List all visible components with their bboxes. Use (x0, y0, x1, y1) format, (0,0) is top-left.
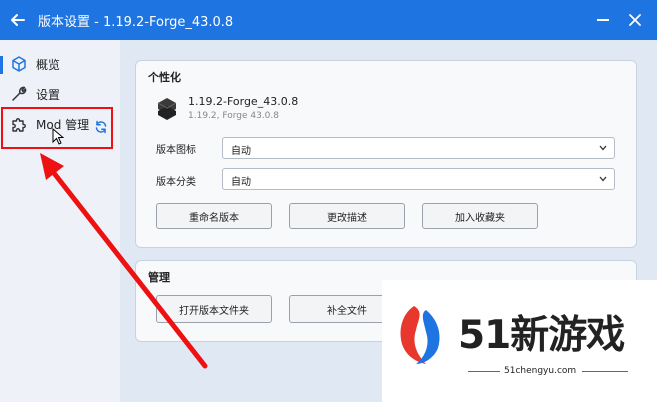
version-icon-label: 版本图标 (156, 145, 196, 156)
section-heading: 管理 (148, 271, 170, 284)
sidebar: 概览 设置 Mod 管理 (0, 40, 120, 402)
edit-description-button[interactable]: 更改描述 (289, 203, 405, 229)
sidebar-item-label: 设置 (36, 88, 61, 102)
add-favorite-button[interactable]: 加入收藏夹 (422, 203, 538, 229)
back-arrow-icon[interactable] (8, 10, 28, 30)
version-subtitle: 1.19.2, Forge 43.0.8 (188, 111, 279, 121)
open-folder-button[interactable]: 打开版本文件夹 (156, 295, 272, 323)
select-value: 自动 (231, 177, 251, 188)
version-category-select[interactable]: 自动 (222, 168, 615, 190)
title-bar: 版本设置 - 1.19.2-Forge_43.0.8 (0, 0, 657, 40)
divider (582, 371, 628, 372)
window-title: 版本设置 - 1.19.2-Forge_43.0.8 (38, 15, 234, 30)
version-name: 1.19.2-Forge_43.0.8 (188, 95, 299, 108)
wrench-icon (12, 86, 27, 101)
active-indicator (0, 56, 3, 74)
chevron-down-icon (599, 176, 607, 182)
cube-icon (12, 56, 26, 72)
version-icon-select[interactable]: 自动 (222, 137, 615, 159)
select-value: 自动 (231, 146, 251, 157)
forge-anvil-icon (157, 98, 177, 120)
sidebar-item-settings[interactable]: 设置 (8, 82, 114, 106)
sidebar-item-label: 概览 (36, 58, 61, 72)
version-category-label: 版本分类 (156, 177, 196, 188)
sidebar-item-overview[interactable]: 概览 (8, 52, 114, 76)
watermark: 51新游戏 51chengyu.com (382, 280, 657, 402)
minimize-icon[interactable] (597, 19, 609, 21)
site-logo-icon (400, 306, 440, 364)
watermark-url: 51chengyu.com (504, 366, 577, 376)
chevron-down-icon (599, 145, 607, 151)
divider (468, 371, 500, 372)
rename-version-button[interactable]: 重命名版本 (156, 203, 272, 229)
personalize-card: 个性化 1.19.2-Forge_43.0.8 1.19.2, Forge 43… (135, 60, 637, 248)
section-heading: 个性化 (148, 71, 181, 84)
watermark-title: 51新游戏 (458, 313, 625, 358)
close-icon[interactable] (626, 11, 644, 29)
mouse-cursor-icon (52, 128, 64, 145)
